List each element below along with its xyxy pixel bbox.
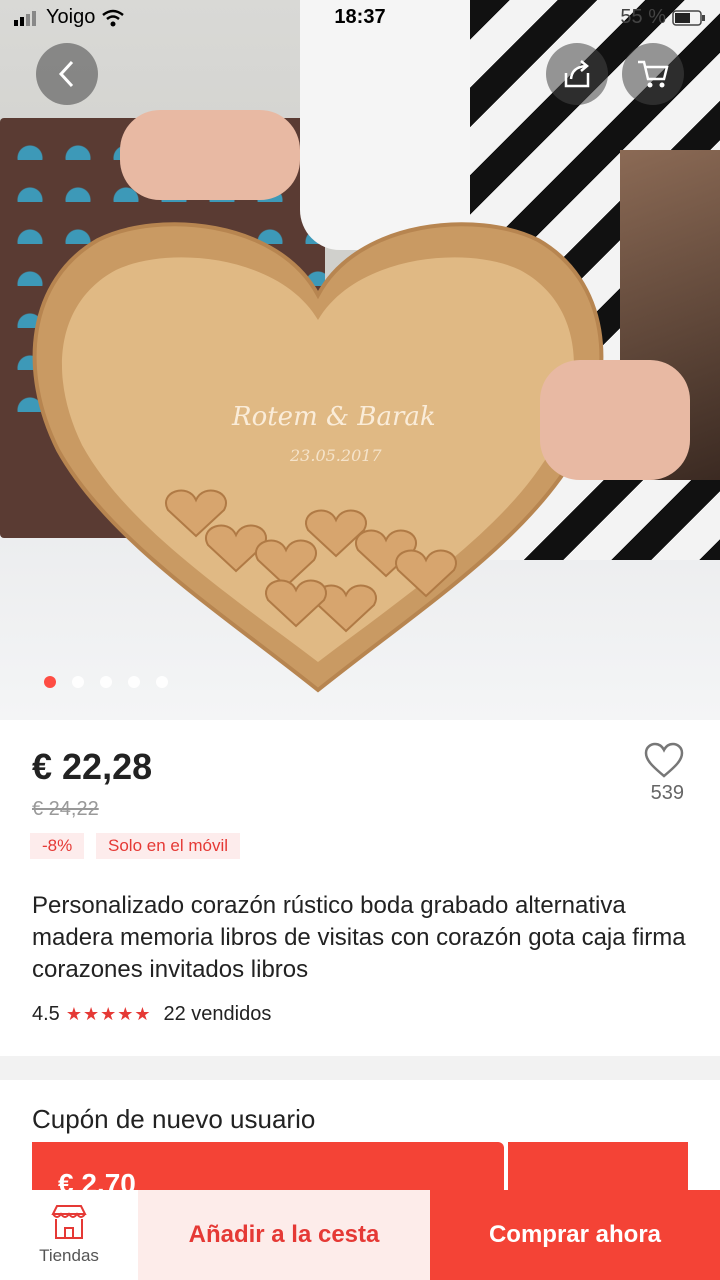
battery-icon — [672, 9, 705, 26]
bottom-action-bar: Tiendas Añadir a la cesta Comprar ahora — [0, 1190, 720, 1280]
heart-icon — [644, 742, 684, 778]
buy-now-button[interactable]: Comprar ahora — [430, 1190, 720, 1280]
carousel-dot[interactable] — [100, 676, 112, 688]
carousel-dot[interactable] — [72, 676, 84, 688]
back-icon — [58, 60, 74, 88]
sold-count: 22 vendidos — [163, 1003, 272, 1025]
mobile-only-badge: Solo en el móvil — [96, 833, 241, 859]
rating-row: 4.5 ★★★★★ 22 vendidos — [32, 1003, 271, 1026]
store-icon — [51, 1205, 87, 1239]
add-to-cart-button[interactable]: Añadir a la cesta — [138, 1190, 430, 1280]
rating-value: 4.5 — [32, 1003, 60, 1025]
share-icon — [564, 60, 590, 88]
carousel-dot[interactable] — [44, 676, 56, 688]
product-title: Personalizado corazón rústico boda graba… — [32, 892, 686, 983]
engraved-date: 23.05.2017 — [290, 446, 382, 465]
clock: 18:37 — [334, 6, 386, 28]
favorites-count: 539 — [650, 782, 684, 804]
cart-button[interactable] — [622, 43, 684, 105]
product-image-carousel[interactable]: Rotem & Barak 23.05.2017 — [0, 0, 720, 720]
share-button[interactable] — [546, 43, 608, 105]
hand-top — [120, 110, 300, 200]
status-bar: Yoigo 18:37 55 % — [0, 0, 720, 38]
discount-badge: -8% — [30, 833, 85, 859]
carousel-indicator — [44, 676, 168, 688]
carousel-dot[interactable] — [128, 676, 140, 688]
coupon-title: Cupón de nuevo usuario — [32, 1104, 316, 1134]
carousel-dot[interactable] — [156, 676, 168, 688]
back-button[interactable] — [36, 43, 98, 105]
favorite-button[interactable] — [644, 742, 684, 783]
engraved-names: Rotem & Barak — [232, 402, 436, 432]
battery-percent: 55 % — [620, 6, 666, 28]
original-price: € 24,22 — [32, 798, 99, 820]
cart-icon — [638, 60, 669, 88]
current-price: € 22,28 — [32, 746, 153, 787]
rating-stars: ★★★★★ — [65, 1004, 152, 1024]
shops-button[interactable]: Tiendas — [0, 1190, 138, 1280]
hand-right — [540, 360, 690, 480]
product-info-card: € 22,28 € 24,22 539 -8% Solo en el móvil… — [0, 720, 720, 1056]
shops-label: Tiendas — [39, 1246, 99, 1265]
